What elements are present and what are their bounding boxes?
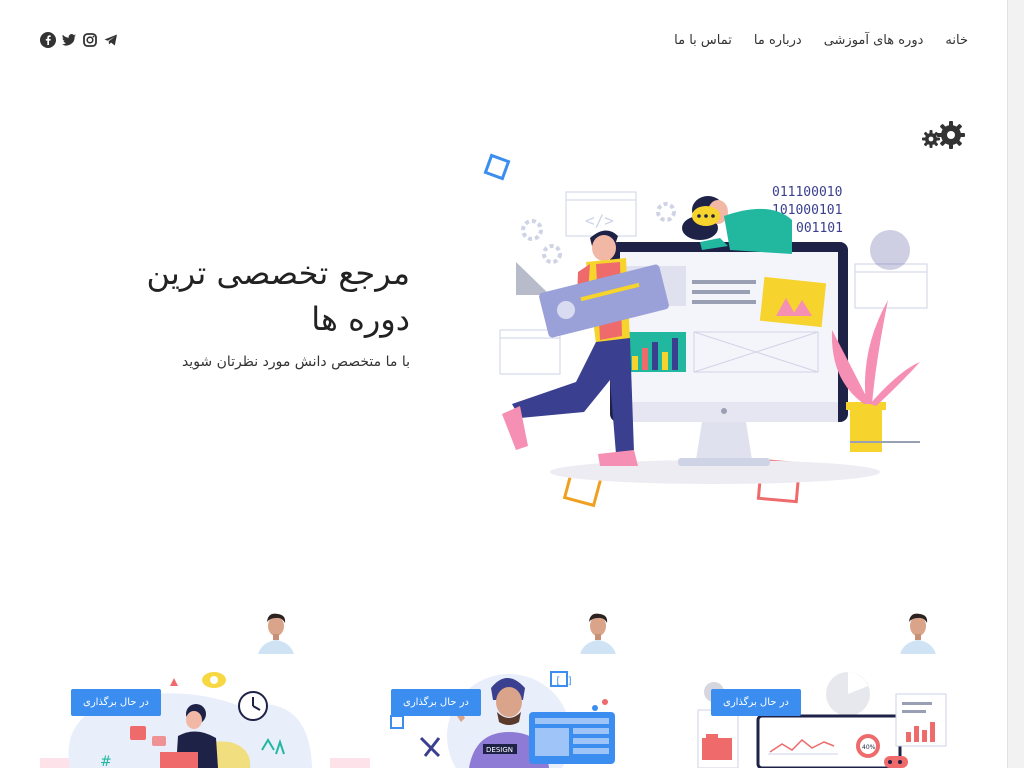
course-card[interactable]: # در حال برگذاری [40,600,370,768]
binary-line-3: 001101 [796,221,843,236]
hero-subtitle: با ما متخصص دانش مورد نظرتان شوید [181,354,410,370]
status-badge: در حال برگذاری [391,689,481,716]
svg-text:40%: 40% [862,744,876,751]
instagram-icon[interactable] [82,32,98,48]
hero-title: مرجع تخصصی ترین دوره ها [146,254,410,338]
svg-text:[ ]: [ ] [555,676,573,687]
svg-text:DESIGN: DESIGN [486,746,513,754]
status-badge: در حال برگذاری [71,689,161,716]
status-badge: در حال برگذاری [711,689,801,716]
avatar [576,606,620,654]
twitter-icon[interactable] [61,32,77,48]
nav-home[interactable]: خانه [945,33,968,48]
main-nav: خانه دوره های آموزشی درباره ما تماس با م… [674,33,968,48]
hero-illustration: </> 011100010 101000101 001101 [480,150,940,520]
course-card[interactable]: 40% در حال برگذاری [678,600,1008,768]
avatar [254,606,298,654]
gear-icon [920,118,968,154]
svg-text:#: # [100,754,112,768]
nav-about[interactable]: درباره ما [754,33,802,48]
svg-text:</>: </> [585,211,614,230]
nav-contact[interactable]: تماس با ما [674,33,732,48]
avatar [896,606,940,654]
social-links [40,32,119,48]
binary-line-1: 011100010 [772,185,842,200]
telegram-icon[interactable] [103,32,119,48]
scrollbar[interactable] [1007,0,1024,768]
hero-text: مرجع تخصصی ترین دوره ها با ما متخصص دانش… [100,250,410,370]
nav-courses[interactable]: دوره های آموزشی [824,33,924,48]
facebook-icon[interactable] [40,32,56,48]
course-card[interactable]: [ ] DESIGN در حال برگذاری [359,600,689,768]
